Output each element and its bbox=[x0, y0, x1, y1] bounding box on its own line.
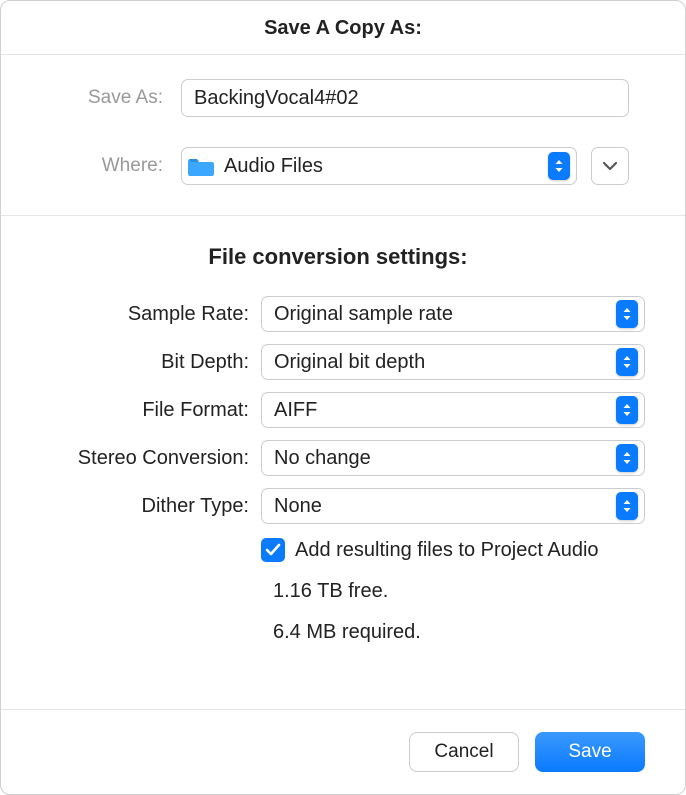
save-as-input[interactable] bbox=[181, 79, 629, 117]
stereo-conversion-value: No change bbox=[274, 447, 616, 470]
where-select[interactable]: Audio Files bbox=[181, 147, 577, 185]
where-value: Audio Files bbox=[224, 155, 548, 178]
cancel-button[interactable]: Cancel bbox=[409, 732, 519, 772]
stepper-icon bbox=[616, 348, 638, 376]
bit-depth-row: Bit Depth: Original bit depth bbox=[31, 344, 645, 380]
dither-type-label: Dither Type: bbox=[31, 495, 261, 518]
stepper-icon bbox=[616, 492, 638, 520]
folder-icon bbox=[188, 155, 214, 177]
required-space-text: 6.4 MB required. bbox=[31, 621, 645, 644]
stereo-conversion-select[interactable]: No change bbox=[261, 440, 645, 476]
dither-type-row: Dither Type: None bbox=[31, 488, 645, 524]
sample-rate-label: Sample Rate: bbox=[31, 303, 261, 326]
save-as-label: Save As: bbox=[31, 87, 181, 109]
expand-location-button[interactable] bbox=[591, 147, 629, 185]
titlebar: Save A Copy As: bbox=[1, 1, 685, 55]
conversion-settings-section: File conversion settings: Sample Rate: O… bbox=[1, 216, 685, 709]
file-format-row: File Format: AIFF bbox=[31, 392, 645, 428]
stepper-icon bbox=[616, 396, 638, 424]
add-to-project-row: Add resulting files to Project Audio bbox=[31, 538, 645, 562]
stereo-conversion-label: Stereo Conversion: bbox=[31, 447, 261, 470]
dialog-title: Save A Copy As: bbox=[1, 17, 685, 40]
free-space-text: 1.16 TB free. bbox=[31, 580, 645, 603]
where-stepper-icon bbox=[548, 152, 570, 180]
bit-depth-label: Bit Depth: bbox=[31, 351, 261, 374]
sample-rate-select[interactable]: Original sample rate bbox=[261, 296, 645, 332]
bit-depth-value: Original bit depth bbox=[274, 351, 616, 374]
sample-rate-row: Sample Rate: Original sample rate bbox=[31, 296, 645, 332]
file-format-select[interactable]: AIFF bbox=[261, 392, 645, 428]
stereo-conversion-row: Stereo Conversion: No change bbox=[31, 440, 645, 476]
dither-type-select[interactable]: None bbox=[261, 488, 645, 524]
save-button[interactable]: Save bbox=[535, 732, 645, 772]
save-as-row: Save As: bbox=[31, 79, 629, 117]
chevron-down-icon bbox=[602, 161, 618, 171]
dither-type-value: None bbox=[274, 495, 616, 518]
stepper-icon bbox=[616, 444, 638, 472]
where-row: Where: Audio Files bbox=[31, 147, 629, 185]
save-location-section: Save As: Where: Audio Files bbox=[1, 55, 685, 216]
stepper-icon bbox=[616, 300, 638, 328]
bit-depth-select[interactable]: Original bit depth bbox=[261, 344, 645, 380]
sample-rate-value: Original sample rate bbox=[274, 303, 616, 326]
add-to-project-label: Add resulting files to Project Audio bbox=[295, 539, 599, 562]
where-label: Where: bbox=[31, 155, 181, 177]
conversion-settings-title: File conversion settings: bbox=[31, 244, 645, 270]
check-icon bbox=[265, 543, 281, 557]
dialog-footer: Cancel Save bbox=[1, 709, 685, 794]
file-format-value: AIFF bbox=[274, 399, 616, 422]
file-format-label: File Format: bbox=[31, 399, 261, 422]
add-to-project-checkbox[interactable] bbox=[261, 538, 285, 562]
